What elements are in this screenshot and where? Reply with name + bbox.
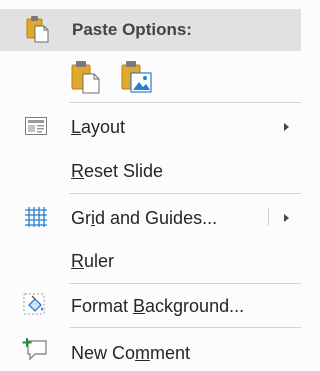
- paste-use-destination-theme-button[interactable]: [70, 60, 102, 99]
- separator: [69, 193, 301, 194]
- menu-item-label: Ruler: [71, 251, 115, 271]
- paint-bucket-icon: [23, 293, 47, 322]
- menu-item-label: Reset Slide: [71, 161, 164, 181]
- new-comment-icon: [22, 337, 48, 366]
- menu-item-label: Format Background...: [71, 296, 245, 316]
- submenu-arrow-icon: [284, 123, 289, 131]
- submenu-arrow-icon[interactable]: [284, 214, 289, 222]
- paste-icon: [26, 15, 50, 48]
- menu-item-format-background[interactable]: Format Background...: [0, 285, 301, 327]
- layout-icon: [25, 117, 47, 140]
- menu-item-label: New Comment: [71, 343, 191, 363]
- clipboard-doc-icon: [71, 61, 100, 94]
- context-menu: Paste Options: Layout Reset Slide Grid a…: [0, 0, 301, 371]
- grid-icon: [25, 207, 47, 232]
- clipboard-picture-icon: [121, 61, 152, 93]
- menu-item-ruler[interactable]: Ruler: [0, 241, 301, 283]
- menu-item-new-comment[interactable]: New Comment: [0, 329, 301, 371]
- paste-options-label: Paste Options:: [72, 20, 192, 39]
- menu-item-label: Layout: [71, 117, 126, 137]
- paste-as-picture-button[interactable]: [120, 60, 154, 99]
- separator: [69, 327, 301, 328]
- split-divider: [268, 208, 269, 226]
- separator: [69, 102, 301, 103]
- menu-item-label: Grid and Guides...: [71, 208, 218, 228]
- menu-item-layout[interactable]: Layout: [0, 104, 301, 150]
- menu-item-grid-and-guides[interactable]: Grid and Guides...: [0, 195, 301, 241]
- menu-item-reset-slide[interactable]: Reset Slide: [0, 150, 301, 192]
- separator: [69, 283, 301, 284]
